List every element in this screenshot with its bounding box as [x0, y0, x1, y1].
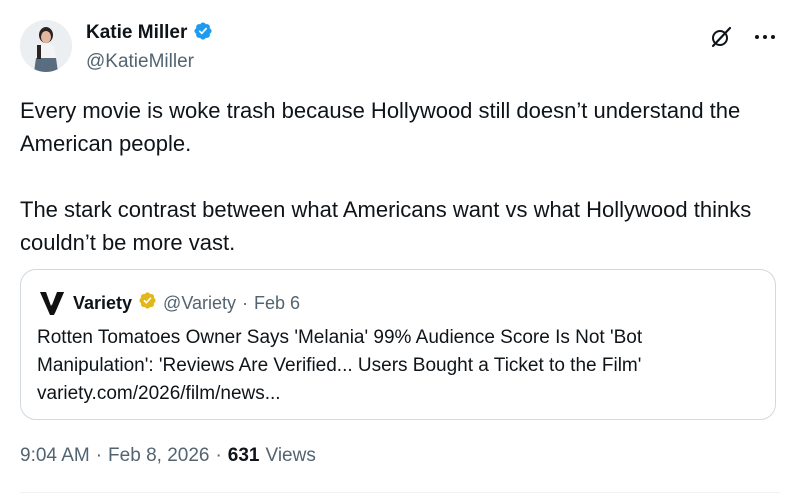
divider [20, 492, 780, 493]
tweet-paragraph: The stark contrast between what American… [20, 197, 752, 255]
separator: · [95, 445, 103, 466]
quoted-date: Feb 6 [254, 292, 301, 313]
tweet-time[interactable]: 9:04 AM [20, 445, 90, 467]
author-name[interactable]: Katie Miller [86, 22, 187, 44]
avatar[interactable] [20, 20, 72, 72]
verified-gold-badge-icon [138, 291, 157, 315]
quoted-tweet[interactable]: Variety @Variety · Feb 6 Rotten Tomatoes… [20, 269, 776, 420]
views-label: Views [265, 445, 316, 466]
verified-badge-icon [193, 21, 213, 46]
author-block: Katie Miller @KatieMiller [86, 21, 213, 73]
separator: · [215, 445, 222, 466]
quoted-text: Rotten Tomatoes Owner Says 'Melania' 99%… [37, 324, 757, 408]
tweet-paragraph: Every movie is woke trash because Hollyw… [20, 98, 741, 156]
tweet-card: Katie Miller @KatieMiller Every movie is… [0, 0, 800, 497]
quoted-header: Variety @Variety · Feb 6 [37, 288, 300, 318]
author-handle[interactable]: @KatieMiller [86, 51, 213, 73]
tweet-date[interactable]: Feb 8, 2026 [108, 445, 209, 467]
more-icon[interactable] [752, 24, 778, 50]
quoted-author-name: Variety [73, 292, 133, 313]
views-count: 631 [227, 445, 260, 466]
tweet-meta: 9:04 AM · Feb 8, 2026 · 631 Views [20, 445, 316, 467]
quoted-line: Rotten Tomatoes Owner Says 'Melania' 99%… [37, 327, 643, 348]
quoted-link[interactable]: variety.com/2026/film/news... [37, 380, 757, 408]
tweet-text: Every movie is woke trash because Hollyw… [20, 94, 780, 259]
avatar-image [20, 20, 72, 72]
quoted-author-handle: @Variety [163, 292, 237, 313]
author-name-row: Katie Miller [86, 21, 213, 45]
quoted-line: Manipulation': 'Reviews Are Verified... … [37, 355, 642, 376]
variety-logo-icon [37, 288, 67, 318]
separator: · [242, 292, 249, 313]
grok-icon[interactable] [708, 24, 734, 50]
top-actions [708, 24, 778, 50]
